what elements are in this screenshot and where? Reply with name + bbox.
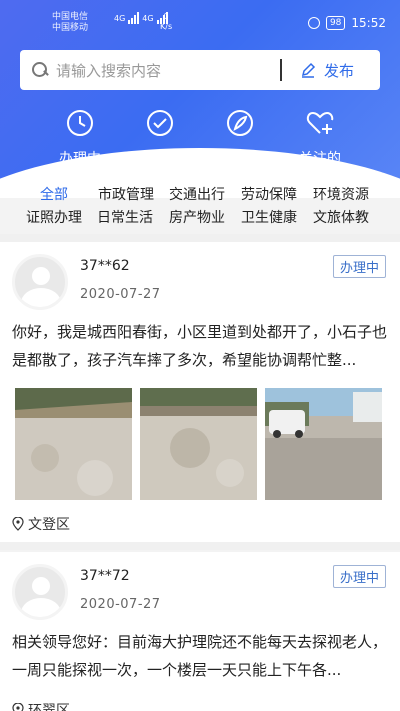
- alarm-icon: [307, 17, 320, 29]
- carrier-1: 中国电信: [52, 12, 89, 22]
- network-type-1: 4G: [114, 13, 126, 23]
- battery-icon: 98: [325, 16, 346, 30]
- location-label: 环翠区: [28, 703, 70, 711]
- header: 中国电信 中国移动 4G 4G 0 K/s 98 15:52 请输入搜索内容 发…: [0, 0, 400, 198]
- avatar: [12, 254, 68, 310]
- tab-health[interactable]: 卫生健康: [241, 207, 297, 227]
- network-type-2: 4G: [142, 13, 154, 23]
- post-date: 2020-07-27: [80, 597, 161, 612]
- post-location: 环翠区: [12, 700, 70, 711]
- tab-environment[interactable]: 环境资源: [313, 184, 369, 204]
- quick-label: 关注的: [299, 151, 341, 167]
- divider: [0, 542, 400, 550]
- category-tabs: 全部 市政管理 交通出行 劳动保障 环境资源 证照办理 日常生活 房产物业 卫生…: [0, 180, 400, 232]
- clock-time: 15:52: [351, 16, 386, 30]
- net-speed-unit: K/s: [160, 22, 173, 31]
- post-photo[interactable]: [15, 388, 132, 500]
- location-pin-icon: [12, 703, 24, 711]
- tab-property[interactable]: 房产物业: [169, 207, 225, 227]
- tab-certificates[interactable]: 证照办理: [26, 207, 82, 227]
- post-card[interactable]: 37**72 2020-07-27 办理中 相关领导您好：目前海大护理院还不能每…: [0, 552, 400, 711]
- quick-item-followed[interactable]: 关注的: [285, 108, 355, 168]
- net-speed: 0 K/s: [160, 12, 172, 32]
- tab-all[interactable]: 全部: [40, 184, 68, 204]
- post-content: 你好，我是城西阳春街，小区里道到处都开了，小石子也是都散了，孩子汽车摔了多次，希…: [12, 323, 388, 369]
- status-badge: 办理中: [332, 565, 386, 588]
- tab-traffic[interactable]: 交通出行: [169, 184, 225, 204]
- post-card[interactable]: 37**62 2020-07-27 办理中 你好，我是城西阳春街，小区里道到处都…: [0, 242, 400, 542]
- status-badge: 办理中: [332, 255, 386, 278]
- quick-label: 发表的: [219, 151, 261, 167]
- post-location: 文登区: [12, 514, 70, 534]
- net-speed-value: 0: [163, 12, 169, 21]
- divider: [0, 234, 400, 242]
- tab-culture-sports[interactable]: 文旅体教: [313, 207, 369, 227]
- carrier-2: 中国移动: [52, 23, 89, 33]
- search-input[interactable]: 请输入搜索内容: [56, 60, 280, 81]
- search-bar[interactable]: 请输入搜索内容 发布: [20, 50, 380, 90]
- publish-label: 发布: [323, 61, 354, 80]
- quick-item-published[interactable]: 发表的: [205, 108, 275, 168]
- check-circle-icon: [147, 110, 173, 136]
- post-photo[interactable]: [140, 388, 257, 500]
- post-date: 2020-07-27: [80, 287, 161, 302]
- heart-plus-icon: [306, 111, 334, 134]
- carrier-info: 中国电信 中国移动: [52, 12, 88, 34]
- feather-pen-icon: [227, 110, 253, 136]
- post-user: 37**72: [80, 568, 130, 584]
- quick-label: 已完毕: [139, 151, 181, 167]
- tab-labor[interactable]: 劳动保障: [241, 184, 297, 204]
- post-content: 相关领导您好：目前海大护理院还不能每天去探视老人，一周只能探视一次，一个楼层一天…: [12, 633, 388, 679]
- status-bar: 中国电信 中国移动 4G 4G 0 K/s 98 15:52: [52, 8, 386, 38]
- search-icon: [32, 62, 48, 78]
- clock-icon: [67, 110, 93, 136]
- edit-icon: [301, 62, 316, 78]
- tab-municipal[interactable]: 市政管理: [98, 184, 154, 204]
- location-pin-icon: [12, 517, 24, 531]
- post-photo[interactable]: [265, 388, 382, 500]
- tab-daily-life[interactable]: 日常生活: [97, 207, 153, 227]
- location-label: 文登区: [28, 517, 70, 533]
- quick-item-completed[interactable]: 已完毕: [125, 108, 195, 168]
- publish-button[interactable]: 发布: [282, 60, 380, 81]
- post-user: 37**62: [80, 258, 130, 274]
- avatar: [12, 564, 68, 620]
- quick-label: 办理中: [59, 151, 101, 167]
- quick-item-processing[interactable]: 办理中: [45, 108, 115, 168]
